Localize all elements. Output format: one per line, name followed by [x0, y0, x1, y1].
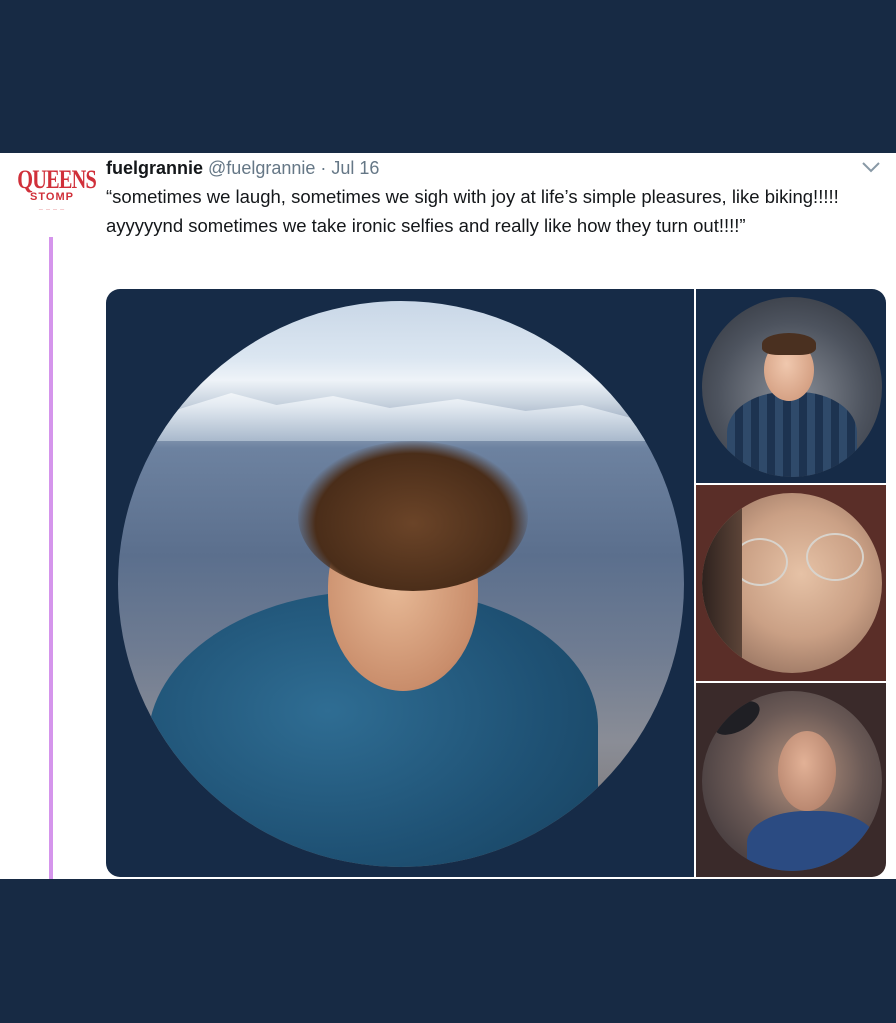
avatar-logo-rule: — — — —: [38, 206, 66, 211]
dark-hair: [702, 493, 742, 673]
blue-hoodie: [747, 811, 877, 871]
curly-hair: [298, 441, 528, 591]
media-photo-2[interactable]: [696, 289, 886, 483]
plaid-shirt-selfie-image: [702, 297, 882, 477]
bearded-man-selfie-image: [702, 691, 882, 871]
plaid-shirt: [727, 392, 857, 477]
avatar-logo-title: QUEENS: [17, 165, 96, 194]
media-photo-1[interactable]: [106, 289, 694, 877]
date-separator: ·: [320, 158, 327, 178]
chevron-down-icon[interactable]: [860, 159, 882, 175]
media-photo-3[interactable]: [696, 485, 886, 681]
author-handle[interactable]: @fuelgrannie: [208, 158, 315, 178]
media-grid: [106, 289, 886, 877]
author-name[interactable]: fuelgrannie: [106, 158, 203, 178]
face: [778, 731, 836, 811]
tweet-text: “sometimes we laugh, sometimes we sigh w…: [106, 186, 839, 236]
author-avatar[interactable]: QUEENS STOMP — — — —: [12, 165, 96, 227]
mountain-portrait-image: [118, 301, 684, 867]
snowy-mountains: [118, 393, 684, 441]
tweet-date[interactable]: Jul 16: [331, 158, 379, 178]
thread-line: [49, 237, 53, 879]
tweet-header: fuelgrannie @fuelgrannie · Jul 16: [106, 157, 379, 179]
media-photo-4[interactable]: [696, 683, 886, 877]
glasses-closeup-image: [702, 493, 882, 673]
hair: [762, 333, 816, 355]
tweet-card[interactable]: QUEENS STOMP — — — — fuelgrannie @fuelgr…: [0, 153, 896, 879]
glasses-right-lens: [806, 533, 864, 581]
spoon-shape: [708, 694, 766, 742]
